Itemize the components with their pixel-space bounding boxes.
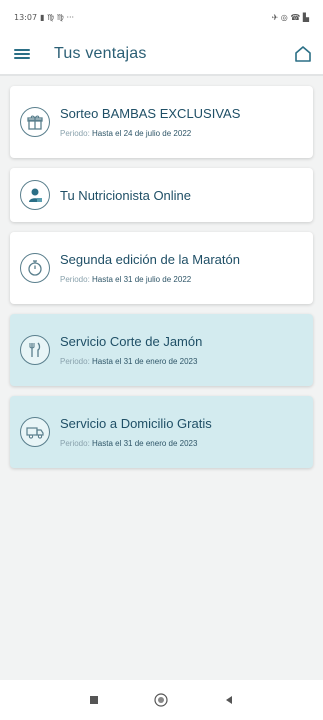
period-label: Periodo: xyxy=(60,129,90,138)
status-time: 13:07 xyxy=(14,12,38,22)
period-value: Hasta el 31 de enero de 2023 xyxy=(92,439,198,448)
offer-title: Sorteo BAMBAS EXCLUSIVAS xyxy=(60,106,241,121)
offer-period: Periodo: Hasta el 31 de enero de 2023 xyxy=(60,439,212,448)
status-right: ✈ ◎ ☎ ▙ xyxy=(272,13,309,22)
cutlery-icon xyxy=(20,335,50,365)
offer-period: Periodo: Hasta el 31 de julio de 2022 xyxy=(60,275,240,284)
back-icon xyxy=(226,696,233,704)
offer-text: Tu Nutricionista Online xyxy=(60,188,191,203)
offer-card[interactable]: Sorteo BAMBAS EXCLUSIVAS Periodo: Hasta … xyxy=(10,86,313,158)
status-system-icons: ✈ ◎ ☎ ▙ xyxy=(271,12,309,22)
hamburger-icon xyxy=(14,49,30,59)
stopwatch-icon xyxy=(20,253,50,283)
offer-period: Periodo: Hasta el 31 de enero de 2023 xyxy=(60,357,202,366)
status-notification-icons: ▮ ♍ ♍ ··· xyxy=(40,12,75,22)
offer-card[interactable]: Segunda edición de la Maratón Periodo: H… xyxy=(10,232,313,304)
period-value: Hasta el 24 de julio de 2022 xyxy=(92,129,192,138)
recent-apps-icon xyxy=(89,696,98,704)
offer-card[interactable]: Servicio a Domicilio Gratis Periodo: Has… xyxy=(10,396,313,468)
gift-icon xyxy=(20,107,50,137)
period-label: Periodo: xyxy=(60,439,90,448)
offer-text: Segunda edición de la Maratón Periodo: H… xyxy=(60,252,240,284)
recent-apps-button[interactable] xyxy=(79,685,109,715)
period-label: Periodo: xyxy=(60,357,90,366)
offer-text: Sorteo BAMBAS EXCLUSIVAS Periodo: Hasta … xyxy=(60,106,240,138)
home-icon xyxy=(295,46,311,62)
offers-list: Sorteo BAMBAS EXCLUSIVAS Periodo: Hasta … xyxy=(10,86,313,478)
back-button[interactable] xyxy=(214,685,244,715)
offer-period: Periodo: Hasta el 24 de julio de 2022 xyxy=(60,129,240,138)
offer-title: Tu Nutricionista Online xyxy=(60,187,192,203)
delivery-truck-icon xyxy=(20,417,50,447)
nutritionist-icon xyxy=(20,180,50,210)
system-home-button[interactable] xyxy=(146,685,176,715)
app-header: Tus ventajas xyxy=(0,34,323,76)
home-button[interactable] xyxy=(283,33,323,75)
status-bar: 13:07 ▮ ♍ ♍ ··· ✈ ◎ ☎ ▙ xyxy=(0,0,323,34)
system-nav-bar xyxy=(0,680,323,720)
offer-title: Servicio Corte de Jamón xyxy=(60,334,203,349)
offer-card[interactable]: Servicio Corte de Jamón Periodo: Hasta e… xyxy=(10,314,313,386)
menu-button[interactable] xyxy=(0,33,44,75)
offer-text: Servicio a Domicilio Gratis Periodo: Has… xyxy=(60,416,212,448)
offer-card[interactable]: Tu Nutricionista Online xyxy=(10,168,313,222)
period-value: Hasta el 31 de enero de 2023 xyxy=(92,357,198,366)
offer-title: Servicio a Domicilio Gratis xyxy=(60,416,212,431)
period-label: Periodo: xyxy=(60,275,90,284)
page-title: Tus ventajas xyxy=(54,45,147,62)
status-left: 13:07 ▮ ♍ ♍ ··· xyxy=(14,13,74,22)
system-home-icon xyxy=(154,693,169,707)
offer-title: Segunda edición de la Maratón xyxy=(60,252,240,267)
period-value: Hasta el 31 de julio de 2022 xyxy=(92,275,192,284)
offer-text: Servicio Corte de Jamón Periodo: Hasta e… xyxy=(60,334,202,366)
